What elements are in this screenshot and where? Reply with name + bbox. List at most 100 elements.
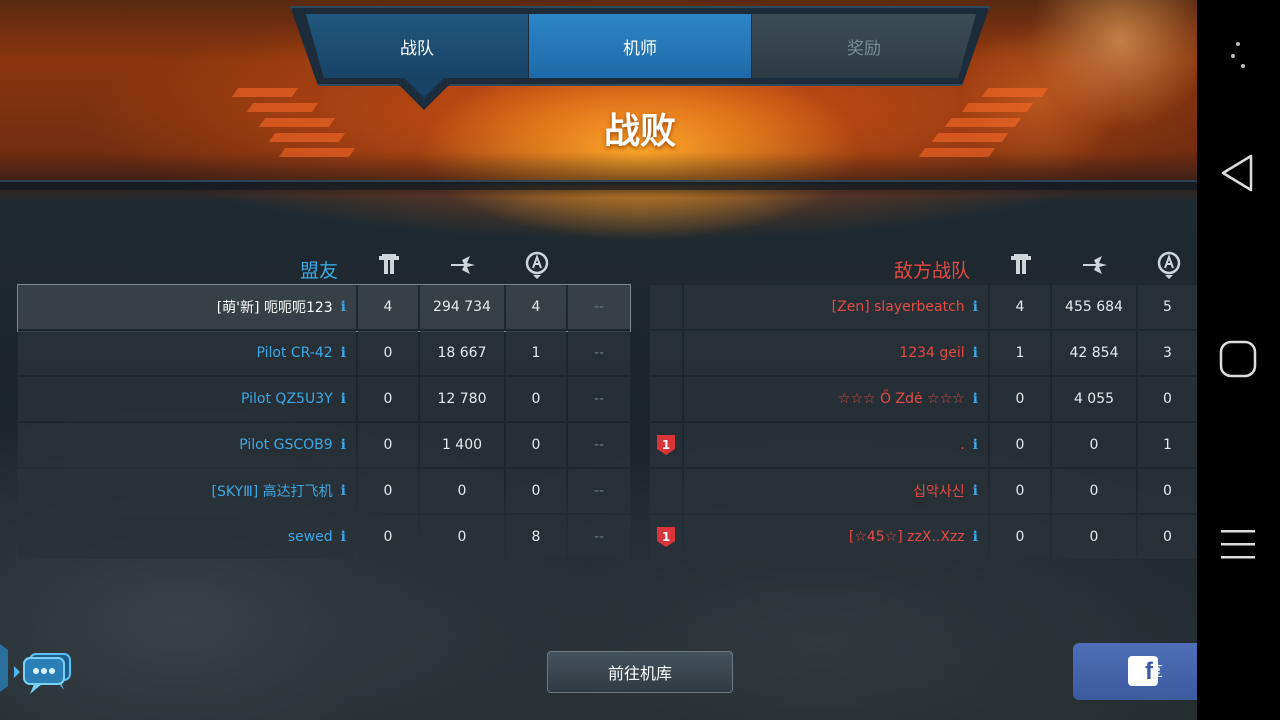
table-row[interactable]: sewed i 0 0 8 -- [18,515,630,561]
kills-value: 0 [990,377,1050,421]
flag-kills-icon [1006,250,1036,280]
banner-stripe [918,148,996,157]
info-icon[interactable]: i [341,483,346,499]
rank-badge-icon: 1 [657,527,675,547]
damage-value: 0 [1052,423,1136,467]
allies-title: 盟友 [299,260,338,282]
info-icon[interactable]: i [973,437,978,453]
extra-value: -- [568,515,630,559]
tab-team[interactable]: 战队 [306,14,528,78]
table-row[interactable]: [萌'新] 呃呃呃123 i 4 294 734 4 -- [17,284,631,332]
assist-badge-icon [1154,250,1184,280]
info-icon[interactable]: i [973,483,978,499]
facebook-icon: f [1128,656,1158,686]
kills-value: 0 [358,469,418,513]
player-name: [Zen] slayerbeatch [831,299,965,315]
kills-value: 0 [358,377,418,421]
badge-cell [650,377,682,421]
info-icon[interactable]: i [341,345,346,361]
home-icon[interactable] [1215,336,1261,382]
menu-icon[interactable] [1215,522,1261,568]
player-name: [☆45☆] zzX..Xzz [848,529,965,545]
player-name: 십악사신 [913,484,965,500]
flag-kills-icon [374,250,404,280]
damage-value: 294 734 [420,285,504,329]
player-name-cell: Pilot CR-42 i [18,331,356,375]
kills-value: 1 [990,331,1050,375]
assists-value: 1 [1138,423,1197,467]
player-name-cell: [SKYⅢ] 高达打飞机 i [18,469,356,513]
assists-value: 0 [1138,469,1197,513]
kills-value: 0 [358,331,418,375]
kills-value: 0 [358,515,418,559]
assists-value: 1 [506,331,566,375]
damage-value: 0 [1052,469,1136,513]
extra-value: -- [568,469,630,513]
info-icon[interactable]: i [973,345,978,361]
player-name: [萌'新] 呃呃呃123 [216,300,333,316]
info-icon[interactable]: i [341,437,346,453]
extra-value: -- [568,285,630,329]
player-name-cell: [Zen] slayerbeatch i [684,285,988,329]
assists-value: 8 [506,515,566,559]
player-name-cell: sewed i [18,515,356,559]
player-name: . [960,437,965,453]
damage-value: 12 780 [420,377,504,421]
player-name-cell: [萌'新] 呃呃呃123 i [18,285,356,329]
table-row[interactable]: 1 .i 0 0 1 [650,423,1197,469]
tab-pilot[interactable]: 机师 [529,14,751,78]
game-screen: 战队 机师 奖励 战败 盟友 敌方战队 [萌'新] 呃呃呃123 i 4 294 … [0,0,1197,720]
assists-value: 5 [1138,285,1197,329]
enemy-title: 敌方战队 [893,260,970,282]
damage-value: 0 [420,469,504,513]
chat-bubbles-icon [0,644,71,694]
banner-stripe [931,133,1009,142]
info-icon[interactable]: i [341,391,346,407]
info-icon[interactable]: i [973,299,978,315]
player-name-cell: .i [684,423,988,467]
table-row[interactable]: 1234 geil i 1 42 854 3 [650,331,1197,377]
assists-value: 0 [506,377,566,421]
info-icon[interactable]: i [341,299,346,315]
table-row[interactable]: ☆☆☆ Ő Zdė ☆☆☆ i 0 4 055 0 [650,377,1197,423]
banner-stripe [278,148,356,157]
more-options-icon[interactable] [1215,34,1261,80]
tab-label: 机师 [623,38,657,59]
player-name-cell: Pilot GSCOB9 i [18,423,356,467]
table-row[interactable]: 십악사신 i 0 0 0 [650,469,1197,515]
player-name: [SKYⅢ] 高达打飞机 [211,484,333,500]
banner-divider [0,180,1197,198]
player-name: Pilot QZ5U3Y [241,391,333,407]
player-name: sewed [287,529,333,545]
badge-cell: 1 [650,515,682,559]
extra-value: -- [568,331,630,375]
damage-hit-icon [448,250,478,280]
assists-value: 0 [1138,377,1197,421]
extra-value: -- [568,423,630,467]
go-to-hangar-button[interactable]: 前往机库 [547,651,733,693]
tab-label: 战队 [400,38,434,59]
assists-value: 0 [506,423,566,467]
table-row[interactable]: Pilot GSCOB9 i 0 1 400 0 -- [18,423,630,469]
table-row[interactable]: [Zen] slayerbeatch i 4 455 684 5 [650,285,1197,331]
result-title: 战败 [603,111,676,152]
assists-value: 0 [506,469,566,513]
kills-value: 0 [990,469,1050,513]
chat-button[interactable] [0,640,80,700]
table-row[interactable]: Pilot CR-42 i 0 18 667 1 -- [18,331,630,377]
back-icon[interactable] [1215,150,1261,196]
badge-cell [650,469,682,513]
badge-cell [650,331,682,375]
banner-stripe [246,103,319,112]
kills-value: 4 [990,285,1050,329]
tab-reward[interactable]: 奖励 [752,14,976,78]
kills-value: 0 [990,515,1050,559]
badge-cell [650,285,682,329]
table-row[interactable]: Pilot QZ5U3Y i 0 12 780 0 -- [18,377,630,423]
table-row[interactable]: 1 [☆45☆] zzX..Xzz i 0 0 0 [650,515,1197,561]
info-icon[interactable]: i [973,529,978,545]
damage-value: 42 854 [1052,331,1136,375]
info-icon[interactable]: i [973,391,978,407]
info-icon[interactable]: i [341,529,346,545]
table-row[interactable]: [SKYⅢ] 高达打飞机 i 0 0 0 -- [18,469,630,515]
